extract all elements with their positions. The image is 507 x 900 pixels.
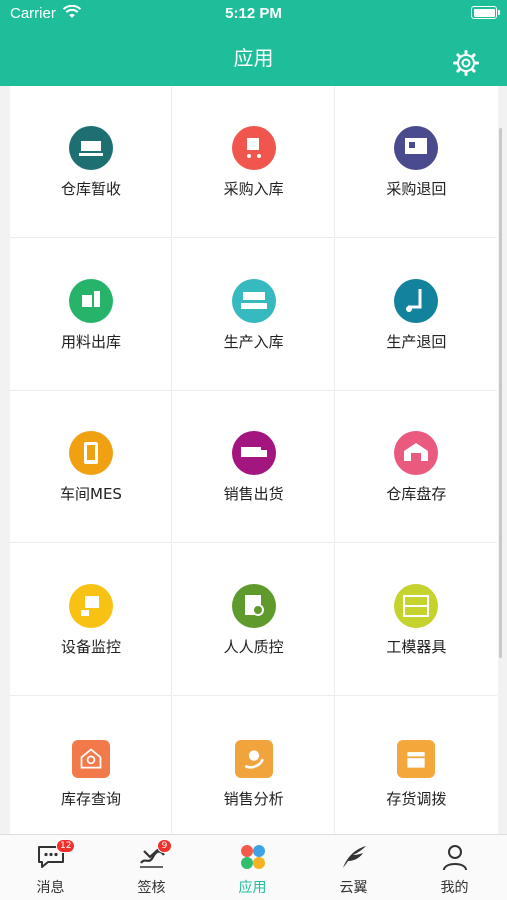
app-tile[interactable]: 用料出库 [10,238,172,391]
app-tile[interactable]: 存货调拨 [335,696,497,834]
status-bar: Carrier 5:12 PM [0,0,507,28]
app-tile[interactable]: 车间MES [10,391,172,543]
page-title: 应用 [233,46,274,70]
purchase-inbound-icon [231,126,276,170]
app-label: 工模器具 [386,637,447,656]
app-tile[interactable]: 库存查询 [10,696,172,834]
app-label: 销售分析 [223,790,284,808]
warehouse-receipt-icon [69,126,113,170]
message-badge: 12 [56,839,76,853]
app-tile[interactable]: 工模器具 [335,544,498,696]
apps-icon [241,845,265,869]
quality-control-icon [231,583,276,628]
app-tile[interactable]: 采购退回 [335,86,498,238]
app-tile[interactable]: 仓库盘存 [335,391,498,543]
app-label: 存货调拨 [386,790,447,808]
app-label: 采购退回 [386,180,447,198]
tab-label: 消息 [36,880,65,896]
inventory-transfer-icon [397,740,436,778]
sales-analysis-icon [234,740,273,778]
app-label: 仓库盘存 [386,485,447,503]
app-grid: 仓库暂收 采购入库 采购退回用料出库 生产入库 生产退回车间MES 销售出货 仓库盘存设备监… [10,86,498,834]
app-label: 销售出货 [223,485,284,503]
production-return-icon [394,278,439,323]
tab-label: 云翼 [339,880,368,896]
app-tile[interactable]: 采购入库 [172,86,335,238]
gear-icon[interactable] [453,50,479,76]
tooling-icon [394,583,439,628]
app-label: 采购入库 [223,180,284,198]
tab-profile[interactable]: 我的 [404,835,505,900]
app-tile[interactable]: 生产退回 [335,239,498,391]
approval-badge: 9 [157,839,172,853]
profile-icon [443,845,467,871]
app-label: 生产退回 [386,332,447,351]
battery-icon [471,6,500,19]
tab-bar: 12 消息 9 签核 应用 云翼 我的 [0,834,507,900]
clock: 5:12 PM [225,5,282,22]
app-label: 仓库暂收 [60,180,121,198]
material-outbound-icon [69,278,113,323]
app-tile[interactable]: 设备监控 [10,543,172,696]
app-label: 库存查询 [60,790,121,808]
app-label: 设备监控 [60,637,121,656]
app-tile[interactable]: 销售分析 [173,696,335,834]
app-label: 用料出库 [60,332,121,351]
tab-label: 签核 [137,880,166,896]
tab-cloud-wing[interactable]: 云翼 [303,835,404,900]
production-inbound-icon [231,278,276,323]
app-tile[interactable]: 人人质控 [172,543,335,696]
tab-approvals[interactable]: 9 签核 [101,835,202,900]
app-header: Carrier 5:12 PM 应用 [0,0,507,86]
app-tile[interactable]: 生产入库 [172,238,335,391]
cloud-wing-icon [343,846,366,868]
workshop-mes-icon [69,431,113,475]
app-tile[interactable]: 仓库暂收 [10,86,172,238]
sales-shipment-icon [231,431,276,475]
equipment-monitor-icon [69,583,113,628]
app-label: 生产入库 [223,332,284,351]
warehouse-inventory-icon [394,431,439,475]
app-tile[interactable]: 销售出货 [172,391,335,543]
tab-messages[interactable]: 12 消息 [0,835,101,900]
tab-label: 我的 [440,880,469,896]
purchase-return-icon [394,126,439,170]
app-label: 人人质控 [223,637,284,656]
tab-apps[interactable]: 应用 [202,835,303,900]
app-label: 车间MES [60,485,122,503]
tab-label: 应用 [238,880,267,896]
stock-query-icon [72,740,110,778]
scrollbar[interactable] [499,128,502,658]
